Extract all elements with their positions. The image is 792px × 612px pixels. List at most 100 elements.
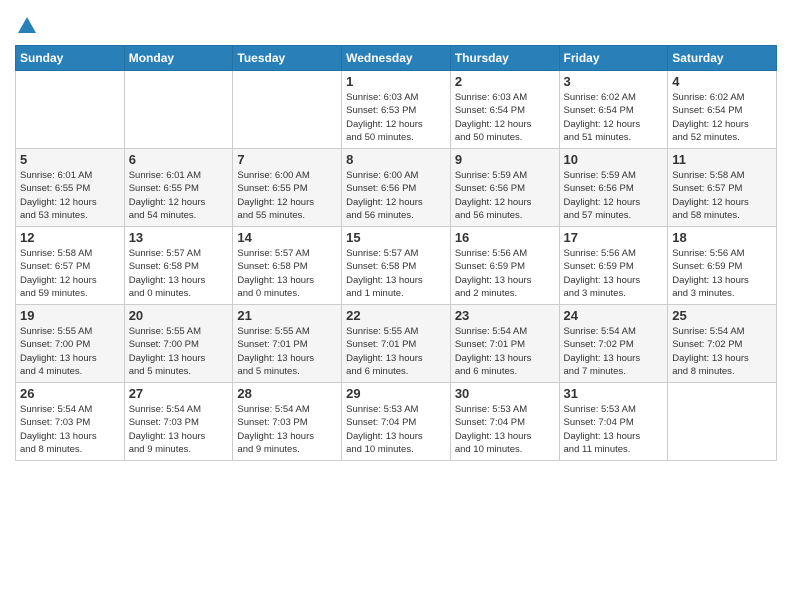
day-cell: 18 Sunrise: 5:56 AM Sunset: 6:59 PM Dayli… (668, 227, 777, 305)
day-number: 3 (564, 74, 664, 89)
day-info: Sunrise: 5:53 AM Sunset: 7:04 PM Dayligh… (346, 403, 446, 456)
day-number: 11 (672, 152, 772, 167)
day-cell: 11 Sunrise: 5:58 AM Sunset: 6:57 PM Dayli… (668, 149, 777, 227)
day-info: Sunrise: 5:59 AM Sunset: 6:56 PM Dayligh… (455, 169, 555, 222)
day-cell: 14 Sunrise: 5:57 AM Sunset: 6:58 PM Dayli… (233, 227, 342, 305)
day-cell: 19 Sunrise: 5:55 AM Sunset: 7:00 PM Dayli… (16, 305, 125, 383)
day-number: 29 (346, 386, 446, 401)
day-cell: 21 Sunrise: 5:55 AM Sunset: 7:01 PM Dayli… (233, 305, 342, 383)
day-cell: 4Sunrise: 6:02 AM Sunset: 6:54 PM Daylig… (668, 71, 777, 149)
day-info: Sunrise: 5:58 AM Sunset: 6:57 PM Dayligh… (20, 247, 120, 300)
day-cell: 10 Sunrise: 5:59 AM Sunset: 6:56 PM Dayli… (559, 149, 668, 227)
day-cell: 31 Sunrise: 5:53 AM Sunset: 7:04 PM Dayli… (559, 383, 668, 461)
day-info: Sunrise: 6:02 AM Sunset: 6:54 PM Dayligh… (564, 91, 664, 144)
logo (15, 15, 39, 33)
day-cell: 15 Sunrise: 5:57 AM Sunset: 6:58 PM Dayli… (342, 227, 451, 305)
day-cell: 6Sunrise: 6:01 AM Sunset: 6:55 PM Daylig… (124, 149, 233, 227)
col-header-wednesday: Wednesday (342, 46, 451, 71)
day-info: Sunrise: 5:55 AM Sunset: 7:01 PM Dayligh… (237, 325, 337, 378)
day-number: 26 (20, 386, 120, 401)
day-number: 2 (455, 74, 555, 89)
day-number: 21 (237, 308, 337, 323)
day-number: 7 (237, 152, 337, 167)
logo-combined (15, 15, 39, 37)
week-row-4: 19 Sunrise: 5:55 AM Sunset: 7:00 PM Dayli… (16, 305, 777, 383)
week-row-5: 26 Sunrise: 5:54 AM Sunset: 7:03 PM Dayli… (16, 383, 777, 461)
day-cell: 28Sunrise: 5:54 AM Sunset: 7:03 PM Dayli… (233, 383, 342, 461)
day-cell: 24 Sunrise: 5:54 AM Sunset: 7:02 PM Dayli… (559, 305, 668, 383)
day-cell: 8Sunrise: 6:00 AM Sunset: 6:56 PM Daylig… (342, 149, 451, 227)
day-number: 25 (672, 308, 772, 323)
day-info: Sunrise: 5:53 AM Sunset: 7:04 PM Dayligh… (564, 403, 664, 456)
day-cell: 9 Sunrise: 5:59 AM Sunset: 6:56 PM Daylig… (450, 149, 559, 227)
day-number: 1 (346, 74, 446, 89)
day-info: Sunrise: 5:53 AM Sunset: 7:04 PM Dayligh… (455, 403, 555, 456)
day-cell (16, 71, 125, 149)
day-cell: 29 Sunrise: 5:53 AM Sunset: 7:04 PM Dayli… (342, 383, 451, 461)
header (15, 15, 777, 33)
day-cell: 1 Sunrise: 6:03 AM Sunset: 6:53 PM Daylig… (342, 71, 451, 149)
day-info: Sunrise: 5:54 AM Sunset: 7:03 PM Dayligh… (129, 403, 229, 456)
day-info: Sunrise: 5:55 AM Sunset: 7:00 PM Dayligh… (20, 325, 120, 378)
day-cell: 5 Sunrise: 6:01 AM Sunset: 6:55 PM Daylig… (16, 149, 125, 227)
day-info: Sunrise: 5:56 AM Sunset: 6:59 PM Dayligh… (455, 247, 555, 300)
day-cell: 16Sunrise: 5:56 AM Sunset: 6:59 PM Dayli… (450, 227, 559, 305)
day-info: Sunrise: 5:57 AM Sunset: 6:58 PM Dayligh… (346, 247, 446, 300)
col-header-sunday: Sunday (16, 46, 125, 71)
col-header-friday: Friday (559, 46, 668, 71)
day-number: 10 (564, 152, 664, 167)
col-header-saturday: Saturday (668, 46, 777, 71)
day-info: Sunrise: 5:54 AM Sunset: 7:01 PM Dayligh… (455, 325, 555, 378)
day-info: Sunrise: 5:57 AM Sunset: 6:58 PM Dayligh… (237, 247, 337, 300)
day-number: 28 (237, 386, 337, 401)
day-number: 15 (346, 230, 446, 245)
day-number: 5 (20, 152, 120, 167)
day-cell: 20Sunrise: 5:55 AM Sunset: 7:00 PM Dayli… (124, 305, 233, 383)
header-row: SundayMondayTuesdayWednesdayThursdayFrid… (16, 46, 777, 71)
day-info: Sunrise: 5:55 AM Sunset: 7:00 PM Dayligh… (129, 325, 229, 378)
day-info: Sunrise: 6:02 AM Sunset: 6:54 PM Dayligh… (672, 91, 772, 144)
col-header-monday: Monday (124, 46, 233, 71)
day-cell: 13 Sunrise: 5:57 AM Sunset: 6:58 PM Dayli… (124, 227, 233, 305)
day-cell: 23 Sunrise: 5:54 AM Sunset: 7:01 PM Dayli… (450, 305, 559, 383)
day-number: 27 (129, 386, 229, 401)
day-cell: 25Sunrise: 5:54 AM Sunset: 7:02 PM Dayli… (668, 305, 777, 383)
week-row-2: 5 Sunrise: 6:01 AM Sunset: 6:55 PM Daylig… (16, 149, 777, 227)
day-info: Sunrise: 5:58 AM Sunset: 6:57 PM Dayligh… (672, 169, 772, 222)
day-number: 13 (129, 230, 229, 245)
day-number: 19 (20, 308, 120, 323)
day-info: Sunrise: 5:55 AM Sunset: 7:01 PM Dayligh… (346, 325, 446, 378)
week-row-1: 1 Sunrise: 6:03 AM Sunset: 6:53 PM Daylig… (16, 71, 777, 149)
day-number: 14 (237, 230, 337, 245)
logo-icon (16, 15, 38, 37)
day-cell: 7 Sunrise: 6:00 AM Sunset: 6:55 PM Daylig… (233, 149, 342, 227)
day-number: 31 (564, 386, 664, 401)
day-number: 18 (672, 230, 772, 245)
day-cell (668, 383, 777, 461)
day-number: 24 (564, 308, 664, 323)
day-number: 23 (455, 308, 555, 323)
day-cell: 3 Sunrise: 6:02 AM Sunset: 6:54 PM Daylig… (559, 71, 668, 149)
day-cell: 17 Sunrise: 5:56 AM Sunset: 6:59 PM Dayli… (559, 227, 668, 305)
page: SundayMondayTuesdayWednesdayThursdayFrid… (0, 0, 792, 471)
day-number: 8 (346, 152, 446, 167)
day-number: 12 (20, 230, 120, 245)
day-cell: 2 Sunrise: 6:03 AM Sunset: 6:54 PM Daylig… (450, 71, 559, 149)
day-info: Sunrise: 5:56 AM Sunset: 6:59 PM Dayligh… (564, 247, 664, 300)
col-header-tuesday: Tuesday (233, 46, 342, 71)
day-info: Sunrise: 5:56 AM Sunset: 6:59 PM Dayligh… (672, 247, 772, 300)
day-info: Sunrise: 5:59 AM Sunset: 6:56 PM Dayligh… (564, 169, 664, 222)
day-info: Sunrise: 6:00 AM Sunset: 6:55 PM Dayligh… (237, 169, 337, 222)
day-info: Sunrise: 5:54 AM Sunset: 7:03 PM Dayligh… (20, 403, 120, 456)
day-cell (124, 71, 233, 149)
day-number: 9 (455, 152, 555, 167)
day-info: Sunrise: 6:03 AM Sunset: 6:53 PM Dayligh… (346, 91, 446, 144)
day-number: 17 (564, 230, 664, 245)
day-number: 22 (346, 308, 446, 323)
day-info: Sunrise: 5:54 AM Sunset: 7:02 PM Dayligh… (564, 325, 664, 378)
day-info: Sunrise: 6:01 AM Sunset: 6:55 PM Dayligh… (129, 169, 229, 222)
day-number: 30 (455, 386, 555, 401)
day-info: Sunrise: 6:01 AM Sunset: 6:55 PM Dayligh… (20, 169, 120, 222)
day-info: Sunrise: 5:57 AM Sunset: 6:58 PM Dayligh… (129, 247, 229, 300)
day-info: Sunrise: 6:03 AM Sunset: 6:54 PM Dayligh… (455, 91, 555, 144)
